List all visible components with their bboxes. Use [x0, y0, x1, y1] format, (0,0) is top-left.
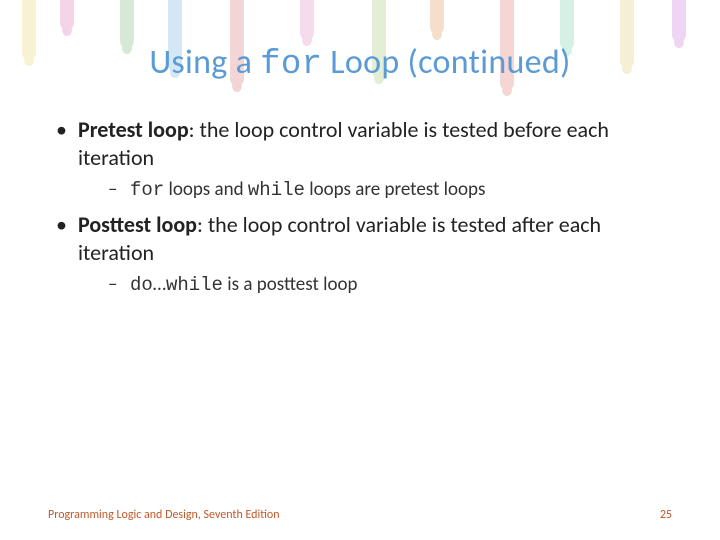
title-post: Loop (continued)	[322, 42, 570, 83]
slide-body: Using a for Loop (continued) Pretest loo…	[0, 0, 720, 540]
text-span: loops are pretest loops	[305, 178, 485, 201]
list-item: for loops and while loops are pretest lo…	[108, 178, 672, 203]
footer-page-number: 25	[660, 508, 672, 522]
text-span: loops and	[164, 178, 248, 201]
list-item: do…while is a posttest loop	[108, 273, 672, 298]
slide-footer: Programming Logic and Design, Seventh Ed…	[48, 508, 672, 522]
sub-list: for loops and while loops are pretest lo…	[78, 178, 672, 203]
code-span: while	[166, 274, 223, 296]
title-code: for	[260, 46, 322, 84]
bullet-lead: Pretest loop	[78, 116, 189, 143]
list-item: Pretest loop: the loop control variable …	[54, 116, 672, 203]
slide-title: Using a for Loop (continued)	[48, 42, 672, 84]
footer-book-title: Programming Logic and Design, Seventh Ed…	[48, 508, 280, 522]
title-pre: Using a	[149, 42, 260, 83]
code-span: do	[130, 274, 153, 296]
bullet-list: Pretest loop: the loop control variable …	[48, 116, 672, 298]
list-item: Posttest loop: the loop control variable…	[54, 211, 672, 298]
code-span: while	[248, 179, 305, 201]
bullet-lead: Posttest loop	[78, 211, 197, 238]
sub-list: do…while is a posttest loop	[78, 273, 672, 298]
code-span: for	[130, 179, 164, 201]
text-span: is a posttest loop	[223, 273, 358, 296]
text-span: …	[153, 273, 166, 296]
